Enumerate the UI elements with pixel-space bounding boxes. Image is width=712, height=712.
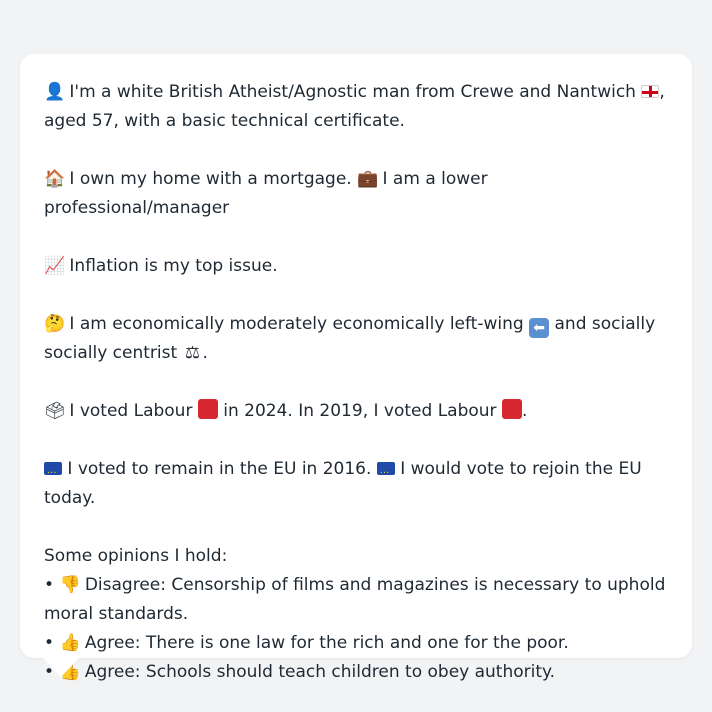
identity-line: 👤 I'm a white British Atheist/Agnostic m… bbox=[44, 78, 668, 136]
voting-history-line: 🗳 I voted Labour in 2024. In 2019, I vot… bbox=[44, 397, 668, 426]
opinion-text: Agree: There is one law for the rich and… bbox=[84, 633, 569, 653]
balance-scale-icon: ⚖ bbox=[184, 343, 201, 363]
message-bubble: 👤 I'm a white British Atheist/Agnostic m… bbox=[20, 54, 692, 682]
identity-text: I'm a white British Atheist/Agnostic man… bbox=[69, 82, 636, 102]
top-issue-line: 📈 Inflation is my top issue. bbox=[44, 252, 668, 281]
vote-period: . bbox=[521, 401, 528, 421]
eu-flag-icon bbox=[44, 462, 62, 475]
thinking-face-icon: 🤔 bbox=[44, 314, 66, 334]
social-position-text: socially centrist bbox=[44, 343, 178, 363]
thumbs-up-icon: 👍 bbox=[59, 633, 81, 653]
economic-position-text: I am economically moderately economicall… bbox=[69, 314, 524, 334]
political-position-line: 🤔 I am economically moderately economica… bbox=[44, 310, 668, 368]
red-square-icon bbox=[501, 399, 522, 419]
opinion-text-continued: moral standards. bbox=[44, 604, 189, 624]
bullet: • bbox=[44, 633, 55, 653]
social-label-text: and socially bbox=[554, 314, 656, 334]
age-education-text: aged 57, with a basic technical certific… bbox=[44, 111, 405, 131]
vote-2024-text: I voted Labour bbox=[69, 401, 193, 421]
chart-increasing-icon: 📈 bbox=[44, 256, 66, 276]
house-icon: 🏠 bbox=[44, 169, 66, 189]
left-arrow-icon: ⬅ bbox=[529, 318, 550, 338]
vote-2019-text: in 2024. In 2019, I voted Labour bbox=[223, 401, 497, 421]
position-period: . bbox=[202, 343, 208, 363]
bubble-tail bbox=[42, 657, 80, 677]
person-silhouette-icon: 👤 bbox=[44, 82, 66, 102]
bullet: • bbox=[44, 575, 55, 595]
opinion-text: Disagree: Censorship of films and magazi… bbox=[84, 575, 666, 595]
ballot-box-icon: 🗳 bbox=[44, 401, 66, 421]
housing-text: I own my home with a mortgage. bbox=[69, 169, 352, 189]
thumbs-down-icon: 👎 bbox=[59, 575, 81, 595]
briefcase-icon: 💼 bbox=[357, 169, 379, 189]
top-issue-text: Inflation is my top issue. bbox=[69, 256, 278, 276]
housing-occupation-line: 🏠 I own my home with a mortgage. 💼 I am … bbox=[44, 165, 668, 223]
opinions-heading: Some opinions I hold: bbox=[44, 546, 228, 566]
eu-stance-line: I voted to remain in the EU in 2016. I w… bbox=[44, 455, 668, 513]
eu-2016-text: I voted to remain in the EU in 2016. bbox=[67, 459, 372, 479]
opinion-text: Agree: Schools should teach children to … bbox=[84, 662, 556, 682]
england-flag-icon bbox=[641, 85, 660, 98]
red-square-icon bbox=[197, 399, 218, 419]
identity-comma: , bbox=[659, 82, 665, 102]
opinions-section: Some opinions I hold: • 👎 Disagree: Cens… bbox=[44, 542, 668, 687]
eu-flag-icon bbox=[376, 462, 395, 475]
